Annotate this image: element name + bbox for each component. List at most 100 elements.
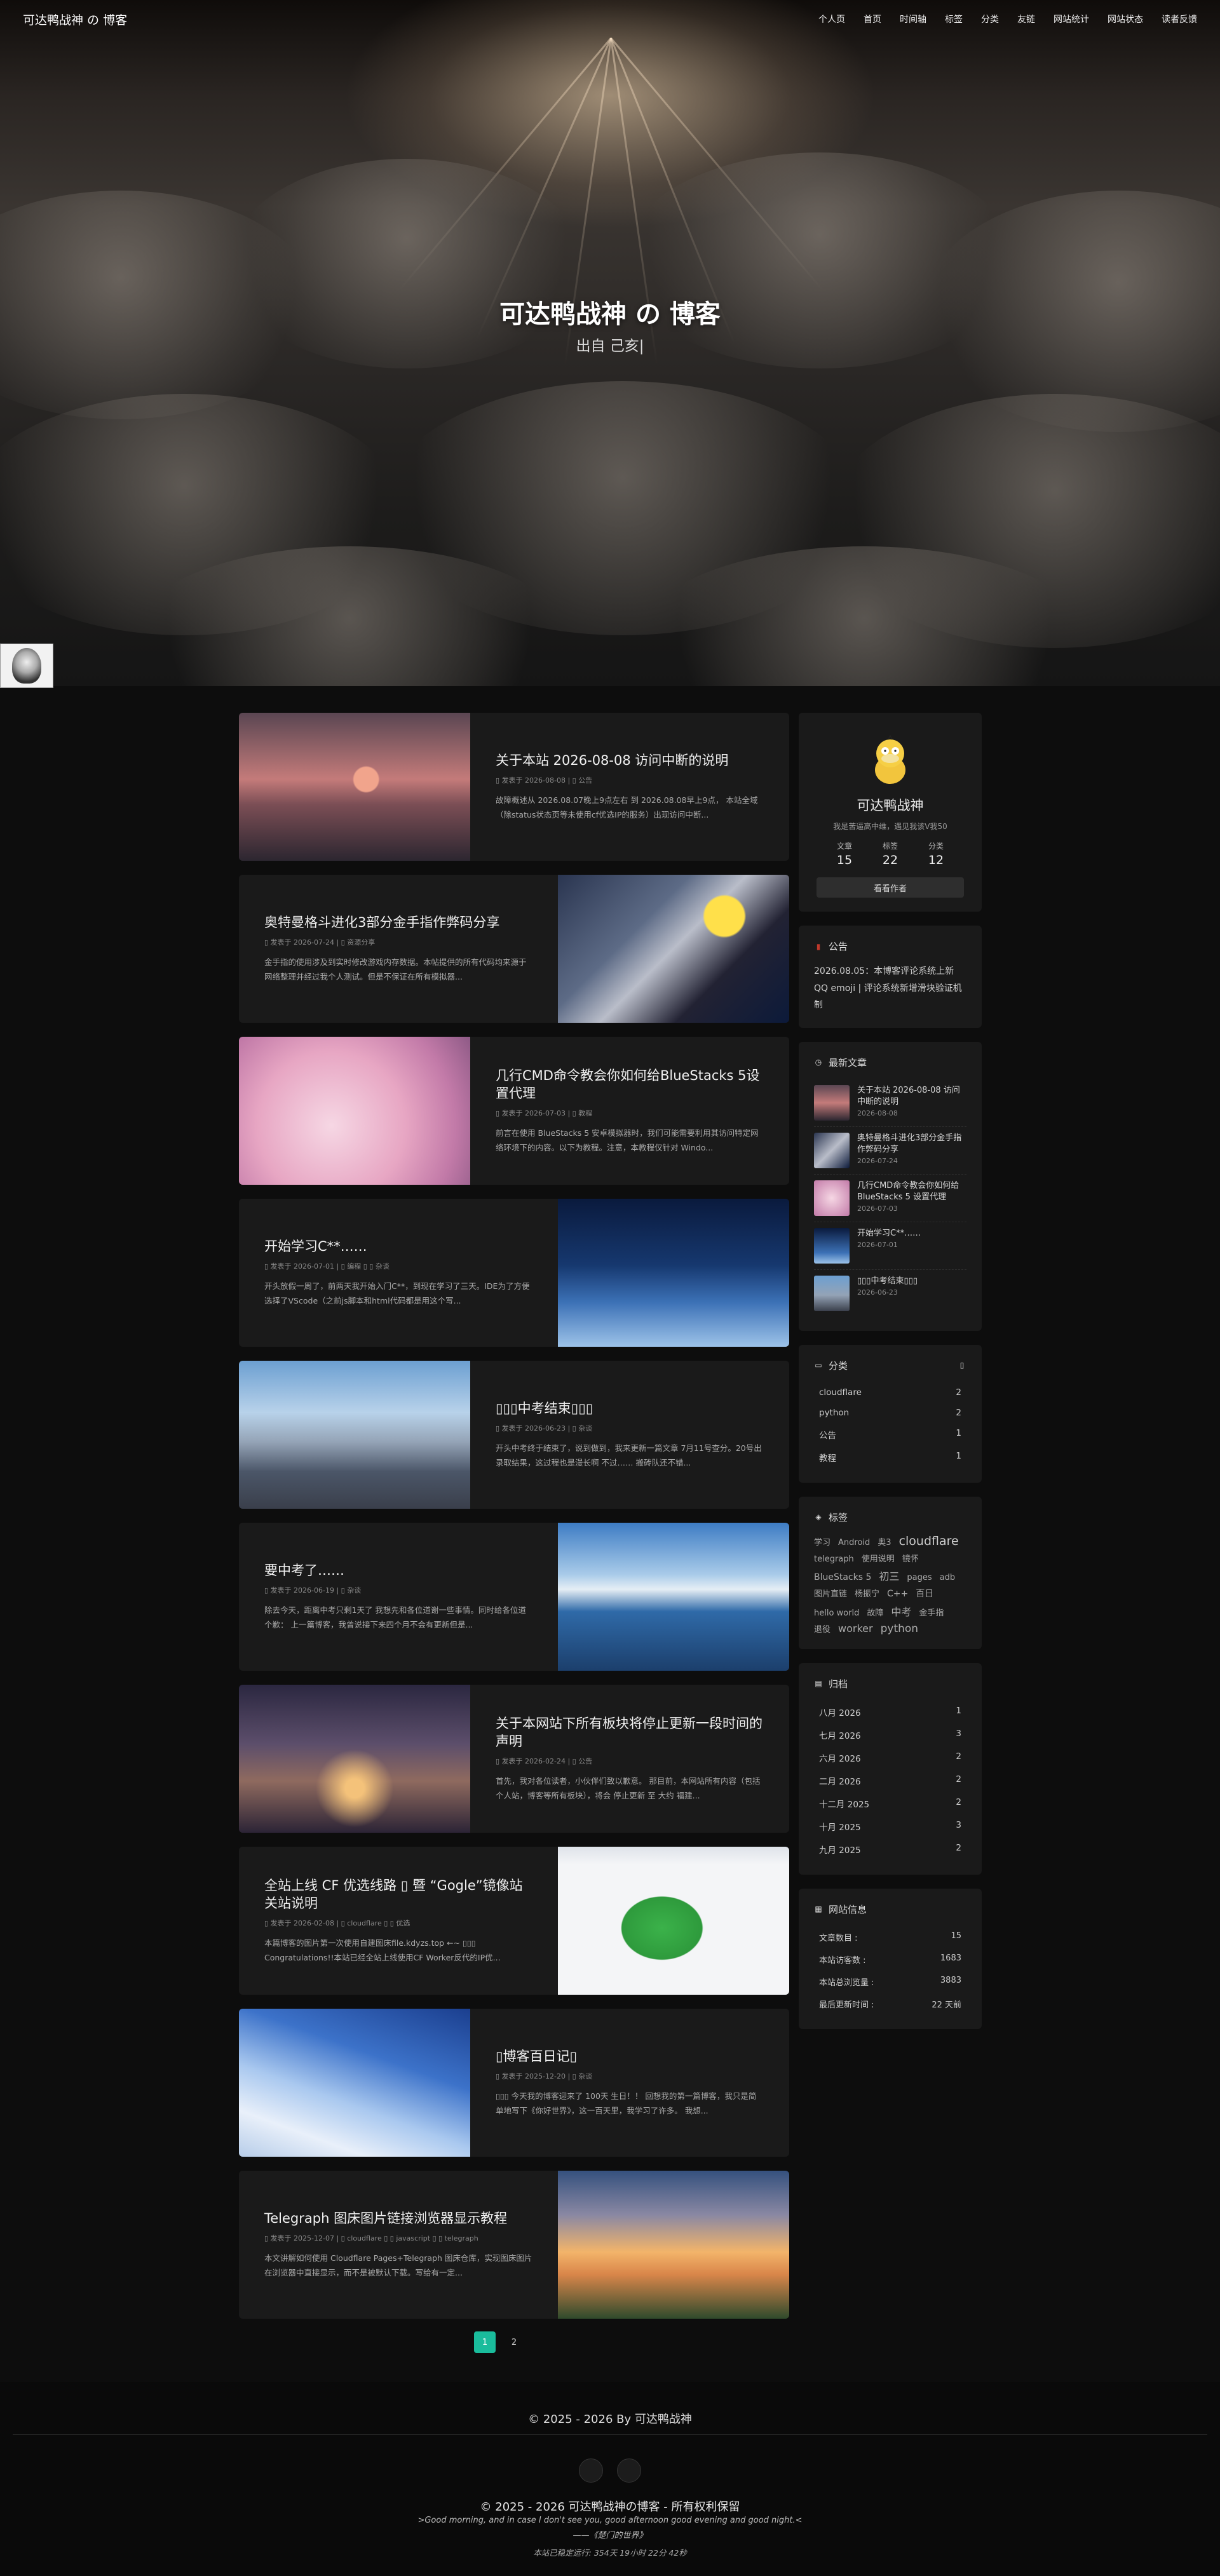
- page-2-button[interactable]: 2: [503, 2331, 525, 2353]
- post-title[interactable]: ▯博客百日记▯: [496, 2047, 764, 2065]
- tag-item[interactable]: 金手指: [919, 1606, 944, 1618]
- view-author-button[interactable]: 看看作者: [817, 877, 964, 898]
- tag-item[interactable]: telegraph: [814, 1554, 854, 1564]
- nav-item-categories[interactable]: 分类: [977, 13, 999, 25]
- post-card[interactable]: ▯博客百日记▯ ▯ 发表于 2025-12-20 | ▯ 杂谈 ▯▯▯ 今天我的博客…: [239, 2009, 789, 2157]
- post-card[interactable]: 开始学习C**…… ▯ 发表于 2026-07-01 | ▯ 编程 ▯ ▯ 杂谈开…: [239, 1199, 789, 1347]
- archive-item[interactable]: 十月 2025 3: [814, 1815, 966, 1838]
- post-title[interactable]: 关于本站 2026-08-08 访问中断的说明: [496, 752, 764, 769]
- post-cover[interactable]: [558, 2171, 789, 2319]
- expand-icon[interactable]: ▯: [958, 1361, 966, 1370]
- archive-item[interactable]: 六月 2026 2: [814, 1746, 966, 1769]
- tag-item[interactable]: pages: [907, 1573, 932, 1582]
- post-card[interactable]: 关于本网站下所有板块将停止更新一段时间的声明 ▯ 发表于 2026-02-24 |…: [239, 1685, 789, 1833]
- nav-item-stats[interactable]: 网站统计: [1049, 13, 1089, 25]
- archive-item[interactable]: 二月 2026 2: [814, 1769, 966, 1792]
- recent-title[interactable]: 几行CMD命令教会你如何给BlueStacks 5 设置代理: [857, 1180, 966, 1203]
- post-cover[interactable]: [558, 1523, 789, 1671]
- tag-item[interactable]: 初三: [879, 1568, 899, 1583]
- recent-post[interactable]: 关于本站 2026-08-08 访问中断的说明 2026-08-08: [814, 1079, 966, 1127]
- nav-item-profile[interactable]: 个人页: [814, 13, 845, 25]
- post-cover[interactable]: [239, 713, 470, 861]
- stat-tags[interactable]: 标签 22: [883, 840, 898, 867]
- tag-item[interactable]: 百日: [916, 1587, 933, 1600]
- recent-thumb[interactable]: [814, 1132, 850, 1168]
- recent-post[interactable]: 奥特曼格斗进化3部分金手指作弊码分享 2026-07-24: [814, 1127, 966, 1175]
- post-card[interactable]: 关于本站 2026-08-08 访问中断的说明 ▯ 发表于 2026-08-08 …: [239, 713, 789, 861]
- post-card[interactable]: 奥特曼格斗进化3部分金手指作弊码分享 ▯ 发表于 2026-07-24 | ▯ 资…: [239, 875, 789, 1023]
- post-card[interactable]: 全站上线 CF 优选线路 ▯ 暨 “Gogle”镜像站关站说明 ▯ 发表于 202…: [239, 1847, 789, 1995]
- site-brand[interactable]: 可达鸭战神 の 博客: [23, 11, 127, 28]
- archive-item[interactable]: 九月 2025 2: [814, 1838, 966, 1861]
- archive-item[interactable]: 八月 2026 1: [814, 1701, 966, 1723]
- post-title[interactable]: 全站上线 CF 优选线路 ▯ 暨 “Gogle”镜像站关站说明: [264, 1877, 532, 1913]
- recent-title[interactable]: 开始学习C**……: [857, 1228, 921, 1239]
- recent-title[interactable]: ▯▯▯中考结束▯▯▯: [857, 1276, 918, 1287]
- tag-item[interactable]: 奥3: [878, 1535, 891, 1548]
- tag-item[interactable]: 故障: [867, 1606, 883, 1618]
- post-title[interactable]: 奥特曼格斗进化3部分金手指作弊码分享: [264, 914, 532, 931]
- next-page-icon[interactable]: [532, 2331, 554, 2353]
- nav-item-timeline[interactable]: 时间轴: [895, 13, 926, 25]
- tag-item[interactable]: 图片直链: [814, 1587, 847, 1599]
- category-item[interactable]: cloudflare 2: [814, 1382, 966, 1403]
- tag-item[interactable]: 学习: [814, 1535, 830, 1548]
- tag-item[interactable]: BlueStacks 5: [814, 1572, 871, 1582]
- post-card[interactable]: 几行CMD命令教会你如何给BlueStacks 5设置代理 ▯ 发表于 2026-…: [239, 1037, 789, 1185]
- category-item[interactable]: 教程 1: [814, 1446, 966, 1469]
- post-cover[interactable]: [239, 1361, 470, 1509]
- tag-item[interactable]: cloudflare: [899, 1534, 959, 1548]
- post-title[interactable]: 关于本网站下所有板块将停止更新一段时间的声明: [496, 1715, 764, 1751]
- tag-item[interactable]: Android: [838, 1538, 870, 1548]
- post-cover[interactable]: [239, 2009, 470, 2157]
- github-icon[interactable]: [579, 2458, 603, 2483]
- nav-item-status[interactable]: 网站状态: [1103, 13, 1143, 25]
- recent-thumb[interactable]: [814, 1084, 850, 1121]
- archive-item[interactable]: 十二月 2025 2: [814, 1792, 966, 1815]
- post-cover[interactable]: [239, 1685, 470, 1833]
- post-cover[interactable]: [558, 875, 789, 1023]
- archive-item[interactable]: 七月 2026 3: [814, 1723, 966, 1746]
- stat-posts[interactable]: 文章 15: [837, 840, 852, 867]
- tag-item[interactable]: 退役: [814, 1622, 830, 1635]
- recent-thumb[interactable]: [814, 1227, 850, 1264]
- nav-item-home[interactable]: 首页: [859, 13, 881, 25]
- tag-item[interactable]: 杨振宁: [855, 1587, 879, 1599]
- email-icon[interactable]: [617, 2458, 641, 2483]
- post-card[interactable]: ▯▯▯中考结束▯▯▯ ▯ 发表于 2026-06-23 | ▯ 杂谈 开头中考终于结…: [239, 1361, 789, 1509]
- post-title[interactable]: Telegraph 图床图片链接浏览器显示教程: [264, 2209, 532, 2227]
- nav-item-feedback[interactable]: 读者反馈: [1157, 13, 1197, 25]
- tag-item[interactable]: 使用说明: [862, 1552, 895, 1564]
- category-item[interactable]: 公告 1: [814, 1423, 966, 1446]
- post-title[interactable]: 几行CMD命令教会你如何给BlueStacks 5设置代理: [496, 1067, 764, 1103]
- tag-item[interactable]: 中考: [891, 1603, 911, 1619]
- stat-categories[interactable]: 分类 12: [928, 840, 944, 867]
- recent-post[interactable]: 开始学习C**…… 2026-07-01: [814, 1222, 966, 1270]
- tag-item[interactable]: adb: [940, 1573, 955, 1582]
- tag-item[interactable]: C++: [887, 1589, 908, 1599]
- recent-post[interactable]: 几行CMD命令教会你如何给BlueStacks 5 设置代理 2026-07-03: [814, 1175, 966, 1222]
- category-item[interactable]: python 2: [814, 1403, 966, 1423]
- tag-item[interactable]: hello world: [814, 1608, 859, 1618]
- recent-title[interactable]: 奥特曼格斗进化3部分金手指作弊码分享: [857, 1133, 966, 1156]
- post-title[interactable]: ▯▯▯中考结束▯▯▯: [496, 1399, 764, 1417]
- post-cover[interactable]: [558, 1847, 789, 1995]
- recent-thumb[interactable]: [814, 1275, 850, 1311]
- tag-item[interactable]: python: [881, 1622, 918, 1635]
- scroll-down-icon[interactable]: [604, 659, 616, 672]
- floating-avatar-widget[interactable]: [0, 644, 53, 688]
- page-1-button[interactable]: 1: [474, 2331, 496, 2353]
- recent-title[interactable]: 关于本站 2026-08-08 访问中断的说明: [857, 1085, 966, 1108]
- recent-thumb[interactable]: [814, 1180, 850, 1216]
- post-card[interactable]: 要中考了…… ▯ 发表于 2026-06-19 | ▯ 杂谈 除去今天，距离中考只剩…: [239, 1523, 789, 1671]
- post-cover[interactable]: [239, 1037, 470, 1185]
- post-title[interactable]: 要中考了……: [264, 1561, 532, 1579]
- tag-item[interactable]: worker: [838, 1622, 873, 1635]
- post-cover[interactable]: [558, 1199, 789, 1347]
- tag-item[interactable]: 镜怀: [902, 1552, 919, 1564]
- nav-item-links[interactable]: 友链: [1013, 13, 1035, 25]
- post-card[interactable]: Telegraph 图床图片链接浏览器显示教程 ▯ 发表于 2025-12-07 …: [239, 2171, 789, 2319]
- post-title[interactable]: 开始学习C**……: [264, 1237, 532, 1255]
- recent-post[interactable]: ▯▯▯中考结束▯▯▯ 2026-06-23: [814, 1270, 966, 1317]
- nav-item-tags[interactable]: 标签: [940, 13, 963, 25]
